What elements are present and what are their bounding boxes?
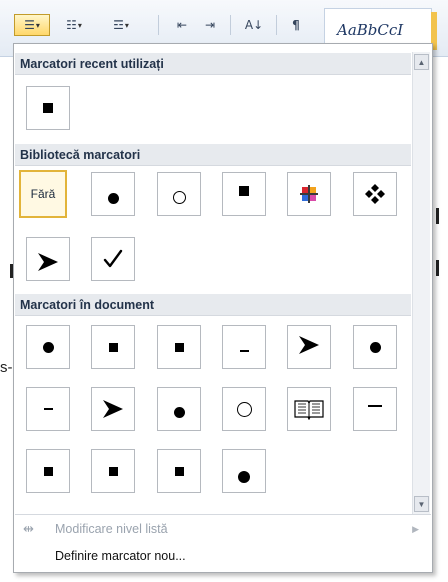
scroll-down-button[interactable]: ▼ (414, 496, 429, 512)
four-color-cross-icon (300, 185, 318, 203)
numbered-list-icon: ☷ (66, 18, 77, 32)
style-preview-text: AaBbCcI (337, 21, 404, 39)
bullet-option-dot[interactable] (157, 387, 201, 431)
bullet-option-dash[interactable] (222, 325, 266, 369)
bullet-option-dot[interactable] (26, 325, 70, 369)
scroll-up-button[interactable]: ▲ (414, 54, 429, 70)
bullet-option-dash[interactable] (26, 387, 70, 431)
square-bullet-icon (43, 103, 53, 113)
bullet-option-dot[interactable] (91, 172, 135, 216)
submenu-arrow-icon: ▶ (412, 523, 419, 534)
numbering-button[interactable]: ☷ ▾ (54, 14, 94, 36)
bullet-option-book[interactable] (287, 387, 331, 431)
pilcrow-icon: ¶ (292, 18, 300, 32)
document-text-fragment: s- (0, 359, 13, 376)
square-bullet-icon (174, 466, 184, 476)
gallery-scrollbar[interactable]: ▲ ▼ (412, 52, 430, 514)
sort-icon: A↓ (244, 18, 264, 32)
menu-separator (15, 514, 431, 515)
checkmark-icon (103, 249, 123, 268)
four-diamonds-icon (365, 184, 385, 204)
dot-bullet-icon (238, 471, 250, 483)
chevron-up-icon: ▲ (417, 57, 426, 67)
sort-button[interactable]: A↓ (240, 14, 268, 36)
bullet-library-dropdown: Marcatori recent utilizați Bibliotecă ma… (13, 43, 433, 573)
long-dash-bullet-icon (368, 405, 382, 407)
bullet-option-arrowhead[interactable] (26, 237, 70, 281)
section-header-library: Bibliotecă marcatori (15, 144, 411, 166)
bullet-option-square[interactable] (91, 325, 135, 369)
bullet-option-none[interactable]: Fără (19, 170, 67, 218)
chevron-down-icon: ▾ (124, 20, 129, 30)
multilevel-list-icon: ☲ (113, 18, 124, 32)
chevron-down-icon: ▼ (417, 499, 426, 509)
show-formatting-button[interactable]: ¶ (284, 14, 308, 36)
increase-indent-button[interactable]: ⇥ (198, 14, 222, 36)
arrowhead-icon (103, 400, 123, 418)
dash-bullet-icon (239, 350, 249, 352)
bullets-button[interactable]: ☰ ▾ (14, 14, 50, 36)
section-header-document: Marcatori în document (15, 294, 411, 316)
bullet-none-label: Fără (30, 187, 56, 201)
separator (158, 15, 159, 35)
document-text-fragment (436, 208, 439, 224)
circle-bullet-icon (236, 401, 252, 417)
bullet-option-dot[interactable] (222, 449, 266, 493)
bullet-option-circle[interactable] (157, 172, 201, 216)
arrowhead-icon (38, 253, 58, 271)
separator (276, 15, 277, 35)
chevron-down-icon: ▾ (77, 20, 82, 30)
multilevel-list-button[interactable]: ☲ ▾ (98, 14, 144, 36)
square-bullet-icon (239, 186, 249, 196)
bullet-option-square[interactable] (26, 86, 70, 130)
section-header-recent: Marcatori recent utilizați (15, 53, 411, 75)
bullet-option-four-diamonds[interactable] (353, 172, 397, 216)
decrease-indent-icon: ⇤ (176, 18, 188, 32)
square-bullet-icon (43, 466, 53, 476)
bullet-option-arrowhead[interactable] (91, 387, 135, 431)
list-level-icon: ⇹ (23, 521, 34, 536)
decrease-indent-button[interactable]: ⇤ (170, 14, 194, 36)
bullet-option-square[interactable] (157, 449, 201, 493)
bullet-option-arrowhead[interactable] (287, 325, 331, 369)
dash-bullet-icon (43, 408, 53, 410)
bullet-option-square[interactable] (91, 449, 135, 493)
bullet-option-square[interactable] (222, 172, 266, 216)
dot-bullet-icon (369, 341, 381, 353)
change-list-level-menu-item[interactable]: ⇹ Modificare nivel listă ▶ (15, 516, 431, 542)
book-icon (294, 400, 324, 420)
document-text-fragment (436, 260, 439, 276)
arrowhead-icon (299, 336, 319, 354)
square-bullet-icon (108, 342, 118, 352)
bullet-option-four-color-cross[interactable] (287, 172, 331, 216)
bullet-option-dot[interactable] (353, 325, 397, 369)
bullet-list-icon: ☰ (24, 18, 35, 32)
square-bullet-icon (108, 466, 118, 476)
separator (230, 15, 231, 35)
increase-indent-icon: ⇥ (204, 18, 216, 32)
circle-bullet-icon (172, 190, 186, 204)
define-new-bullet-menu-item[interactable]: Definire marcator nou... (15, 543, 431, 569)
dot-bullet-icon (173, 406, 185, 418)
bullet-option-square[interactable] (26, 449, 70, 493)
bullet-option-square[interactable] (157, 325, 201, 369)
dot-bullet-icon (107, 192, 119, 204)
define-new-bullet-label: Definire marcator nou... (55, 549, 186, 563)
bullet-option-checkmark[interactable] (91, 237, 135, 281)
change-list-level-label: Modificare nivel listă (55, 522, 168, 536)
square-bullet-icon (174, 342, 184, 352)
chevron-down-icon: ▾ (35, 20, 40, 30)
bullet-option-circle[interactable] (222, 387, 266, 431)
bullet-option-long-dash[interactable] (353, 387, 397, 431)
dot-bullet-icon (42, 341, 54, 353)
